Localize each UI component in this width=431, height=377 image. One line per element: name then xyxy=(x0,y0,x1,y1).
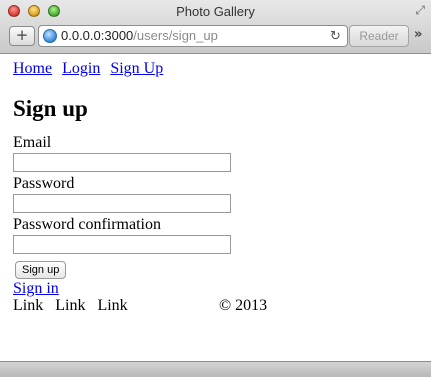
url-text: 0.0.0.0:3000/users/sign_up xyxy=(61,26,218,46)
footer-link-2[interactable]: Link xyxy=(55,297,85,314)
url-host: 0.0.0.0:3000 xyxy=(61,28,134,43)
top-nav: Home Login Sign Up xyxy=(13,60,423,78)
sign-up-button[interactable]: Sign up xyxy=(15,261,67,279)
password-confirmation-label: Password confirmation xyxy=(13,216,161,233)
overflow-chevron-icon[interactable]: » xyxy=(414,27,422,42)
nav-login-link[interactable]: Login xyxy=(62,60,100,77)
status-bar xyxy=(0,361,431,377)
password-confirmation-field[interactable] xyxy=(13,235,231,254)
email-field[interactable] xyxy=(13,153,231,172)
globe-icon xyxy=(43,29,57,43)
address-bar[interactable]: 0.0.0.0:3000/users/sign_up ↻ xyxy=(38,25,348,47)
window-title: Photo Gallery xyxy=(176,4,255,19)
add-bookmark-button[interactable]: + xyxy=(9,26,35,46)
nav-signup-link[interactable]: Sign Up xyxy=(110,60,163,77)
password-field[interactable] xyxy=(13,194,231,213)
email-label: Email xyxy=(13,134,52,151)
page-title: Sign up xyxy=(13,96,88,121)
page-content: Home Login Sign Up Sign up Email Passwor… xyxy=(13,60,423,315)
footer-link-3[interactable]: Link xyxy=(97,297,127,314)
browser-window: Photo Gallery ⤢ + 0.0.0.0:3000/users/sig… xyxy=(0,0,431,377)
browser-toolbar: Photo Gallery ⤢ + 0.0.0.0:3000/users/sig… xyxy=(0,0,431,54)
password-label: Password xyxy=(13,175,75,192)
signup-form: Email Password Password confirmation Sig… xyxy=(13,134,423,279)
fullscreen-icon[interactable]: ⤢ xyxy=(415,3,425,18)
url-path: /users/sign_up xyxy=(133,28,218,43)
nav-home-link[interactable]: Home xyxy=(13,60,52,77)
reload-icon[interactable]: ↻ xyxy=(330,27,341,47)
reader-button[interactable]: Reader xyxy=(349,25,409,47)
footer: Link Link Link © 2013 xyxy=(13,297,423,315)
footer-link-1[interactable]: Link xyxy=(13,297,43,314)
sign-in-link[interactable]: Sign in xyxy=(13,280,423,297)
copyright-text: © 2013 xyxy=(219,297,268,314)
